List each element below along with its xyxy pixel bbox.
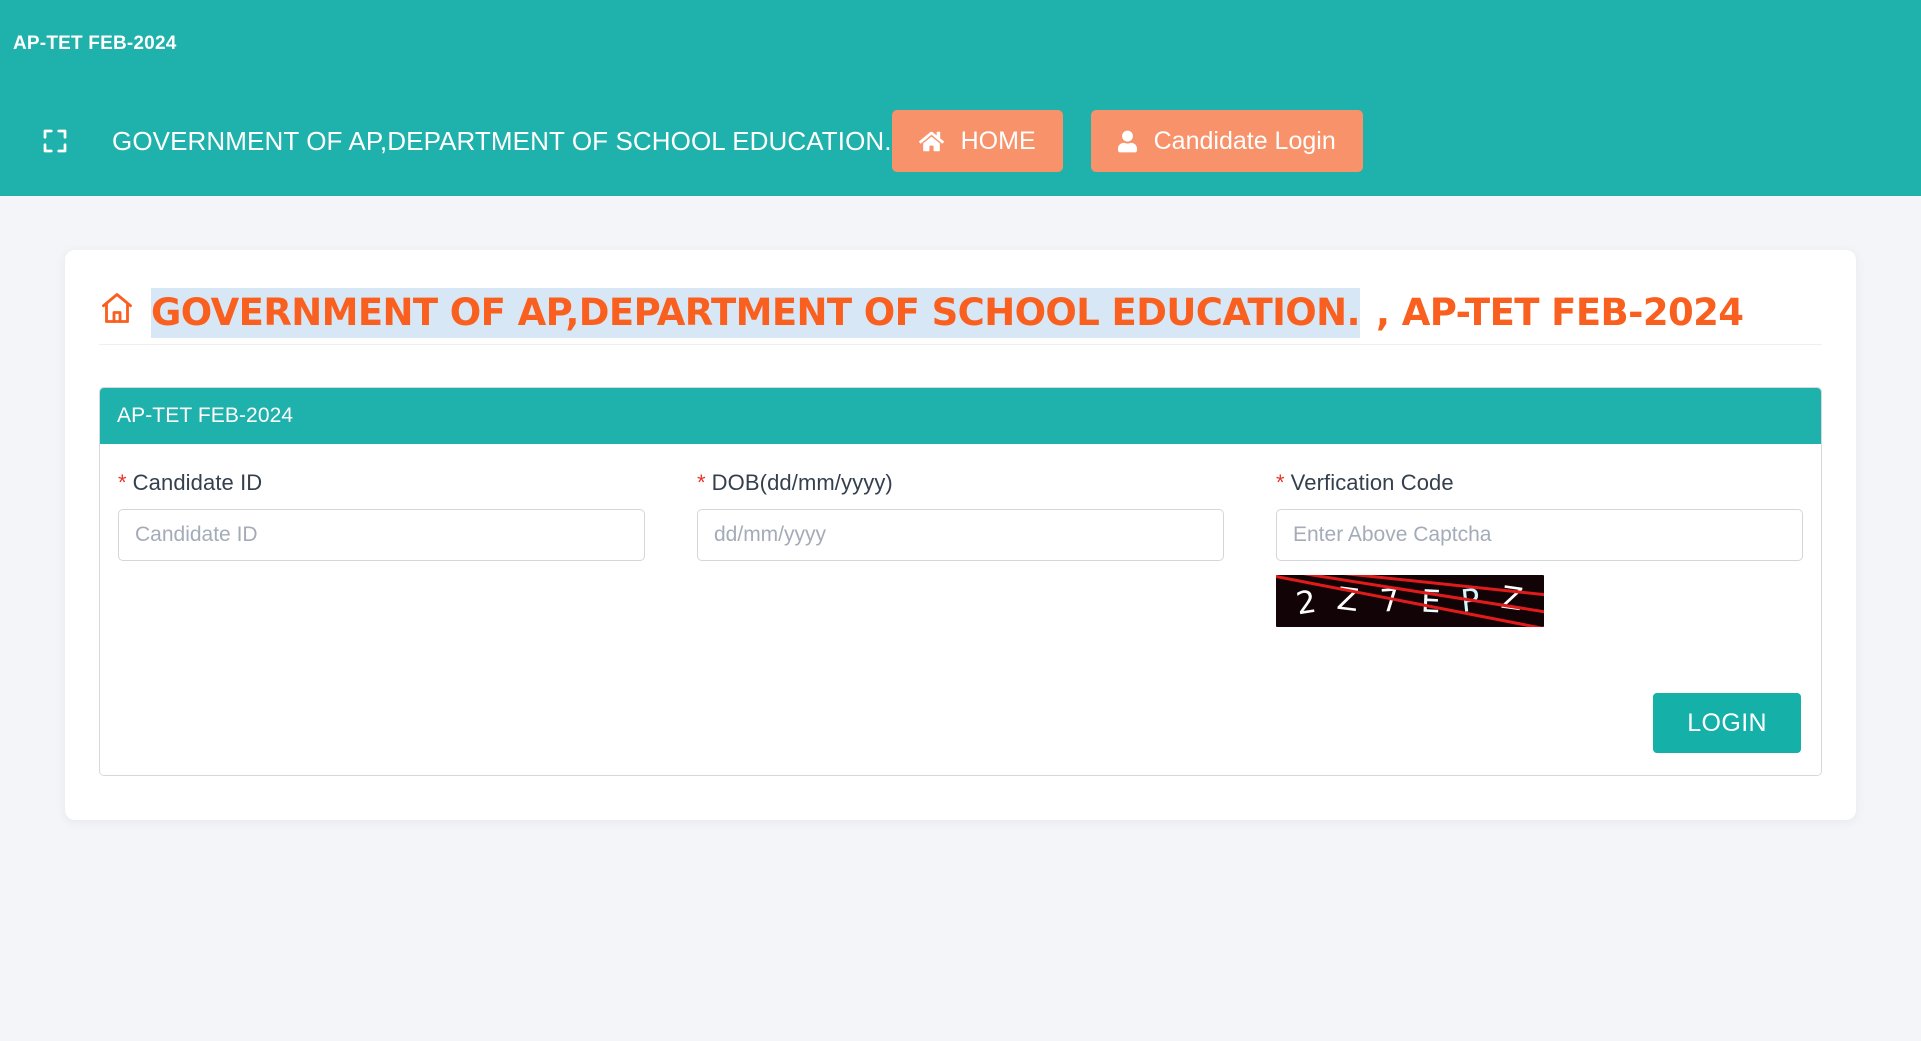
login-button[interactable]: LOGIN [1653, 693, 1801, 754]
field-group-verification-code: *Verfication Code 2 Z 7 E P Z [1276, 470, 1803, 628]
candidate-id-input[interactable] [118, 509, 645, 562]
panel-body: *Candidate ID *DOB(dd/mm/yyyy) [100, 444, 1821, 776]
dob-input[interactable] [697, 509, 1224, 562]
captcha-char: Z [1499, 580, 1527, 619]
main-card: GOVERNMENT OF AP,DEPARTMENT OF SCHOOL ED… [65, 250, 1856, 821]
dob-label-text: DOB(dd/mm/yyyy) [711, 470, 893, 496]
candidate-login-button[interactable]: Candidate Login [1090, 110, 1363, 172]
home-button[interactable]: HOME [891, 110, 1063, 172]
field-group-candidate-id: * Candidate ID [118, 470, 645, 627]
candidate-id-label: * Candidate ID [118, 470, 645, 496]
user-icon [1117, 130, 1137, 153]
required-asterisk: * [1276, 470, 1285, 496]
fullscreen-expand-icon[interactable] [40, 118, 70, 164]
candidate-id-label-text: Candidate ID [132, 470, 263, 496]
page-title-highlighted: GOVERNMENT OF AP,DEPARTMENT OF SCHOOL ED… [151, 288, 1361, 339]
top-bar: AP-TET FEB-2024 GOVERNMENT OF AP,DEPARTM… [0, 0, 1921, 196]
verification-code-label: * Verfication Code [1276, 470, 1803, 496]
dob-label: * DOB(dd/mm/yyyy) [697, 470, 1224, 496]
field-group-dob: * DOB(dd/mm/yyyy) [697, 470, 1224, 627]
captcha-char: E [1419, 583, 1443, 621]
navigation-row: GOVERNMENT OF AP,DEPARTMENT OF SCHOOL ED… [0, 103, 1921, 179]
candidate-login-label: Candidate Login [1153, 126, 1336, 155]
nav-actions: HOME Candidate Login [891, 110, 1921, 172]
login-button-row: LOGIN [118, 693, 1803, 754]
home-button-label: HOME [960, 126, 1036, 155]
captcha-image[interactable]: 2 Z 7 E P Z [1276, 575, 1544, 628]
required-asterisk: * [697, 470, 706, 496]
verification-code-input[interactable] [1276, 509, 1803, 562]
page-title-rest: , AP-TET FEB-2024 [1375, 291, 1744, 334]
panel-header: AP-TET FEB-2024 [100, 388, 1821, 445]
home-icon [918, 130, 944, 153]
brand-title: AP-TET FEB-2024 [13, 33, 177, 54]
form-row: *Candidate ID *DOB(dd/mm/yyyy) [118, 470, 1803, 628]
login-panel: AP-TET FEB-2024 *Candidate ID *DOB(dd/mm… [99, 387, 1822, 777]
required-asterisk: * [118, 470, 127, 496]
page-title: GOVERNMENT OF AP,DEPARTMENT OF SCHOOL ED… [99, 288, 1822, 346]
home-outline-icon [99, 290, 135, 336]
verification-code-label-text: Verfication Code [1290, 470, 1454, 496]
captcha-char: 2 [1293, 583, 1320, 623]
organization-name: GOVERNMENT OF AP,DEPARTMENT OF SCHOOL ED… [112, 125, 892, 156]
